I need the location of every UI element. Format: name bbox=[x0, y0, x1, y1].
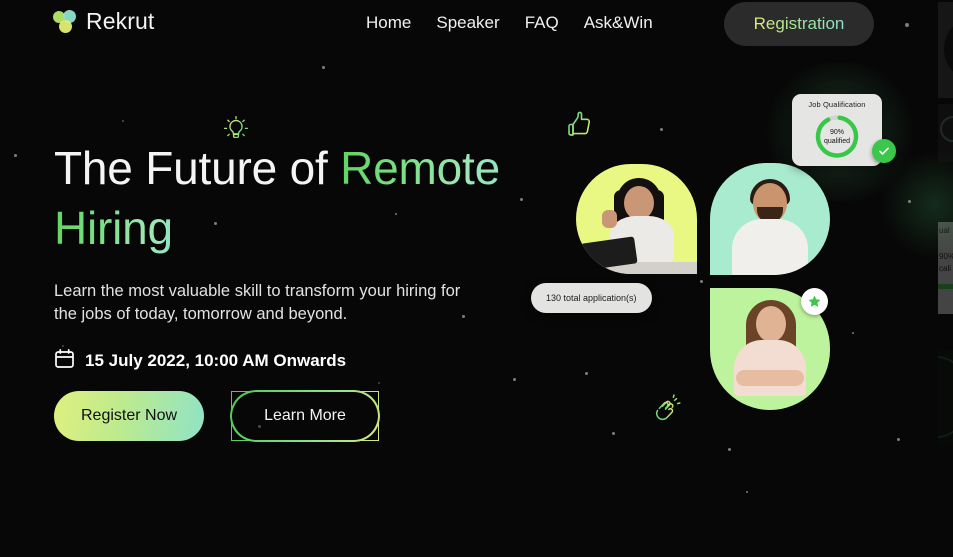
nav-link-speaker[interactable]: Speaker bbox=[436, 13, 524, 33]
event-date-text: 15 July 2022, 10:00 AM Onwards bbox=[85, 351, 347, 370]
page-title: The Future of Remote Hiring bbox=[54, 138, 574, 258]
offscreen-text-2: 90% bbox=[939, 252, 953, 261]
check-circle-icon bbox=[872, 139, 896, 163]
three-circles-logo-icon bbox=[53, 9, 77, 34]
brand-name: Rekrut bbox=[86, 8, 155, 34]
nav-link-faq[interactable]: FAQ bbox=[525, 13, 584, 33]
total-applications-badge: 130 total application(s) bbox=[531, 283, 652, 313]
avatar-person-2 bbox=[710, 163, 830, 275]
headline-accent-remote: Remote bbox=[340, 142, 500, 194]
register-now-button[interactable]: Register Now bbox=[54, 391, 204, 441]
hero-subheadline: Learn the most valuable skill to transfo… bbox=[54, 282, 461, 323]
learn-more-button[interactable]: Learn More bbox=[231, 391, 379, 441]
registration-button-label: Registration bbox=[753, 14, 845, 33]
avatar-person-1 bbox=[576, 164, 697, 274]
star-icon bbox=[808, 295, 821, 307]
offscreen-text-3: cali bbox=[939, 264, 952, 273]
offscreen-block-d bbox=[938, 350, 953, 445]
top-navigation-bar: Rekrut Home Speaker FAQ Ask&Win Registra… bbox=[0, 0, 953, 48]
nav-links: Home Speaker FAQ Ask&Win bbox=[366, 13, 653, 33]
registration-button[interactable]: Registration bbox=[724, 2, 874, 46]
headline-accent-hiring: Hiring bbox=[54, 202, 173, 254]
calendar-icon bbox=[54, 348, 75, 374]
total-applications-text: 130 total application(s) bbox=[546, 293, 637, 303]
star-badge bbox=[801, 288, 828, 315]
nav-link-askwin[interactable]: Ask&Win bbox=[584, 13, 653, 33]
offscreen-block-b bbox=[938, 104, 953, 162]
offscreen-panel-edge: ual 90% cali bbox=[938, 0, 953, 557]
nav-link-home[interactable]: Home bbox=[366, 13, 436, 33]
qualification-status: qualified bbox=[823, 137, 851, 145]
cta-row: Register Now Learn More bbox=[54, 391, 379, 441]
event-date-row: 15 July 2022, 10:00 AM Onwards bbox=[54, 348, 574, 374]
brand-logo[interactable]: Rekrut bbox=[53, 8, 154, 35]
qualification-percent: 90% bbox=[829, 128, 845, 136]
landing-page: Rekrut Home Speaker FAQ Ask&Win Registra… bbox=[0, 0, 953, 557]
hero-section: The Future of Remote Hiring Learn the mos… bbox=[54, 138, 574, 374]
job-qualification-card: Job Qualification 90% qualified bbox=[792, 94, 882, 166]
clapping-hands-icon bbox=[650, 393, 684, 432]
qualification-progress-ring: 90% qualified bbox=[814, 113, 861, 160]
job-qualification-title: Job Qualification bbox=[808, 100, 866, 109]
qualification-ring-label: 90% qualified bbox=[824, 128, 850, 146]
offscreen-text-1: ual bbox=[939, 226, 950, 235]
headline-plain: The Future of bbox=[54, 142, 341, 194]
offscreen-block-c: ual 90% cali bbox=[938, 222, 953, 314]
